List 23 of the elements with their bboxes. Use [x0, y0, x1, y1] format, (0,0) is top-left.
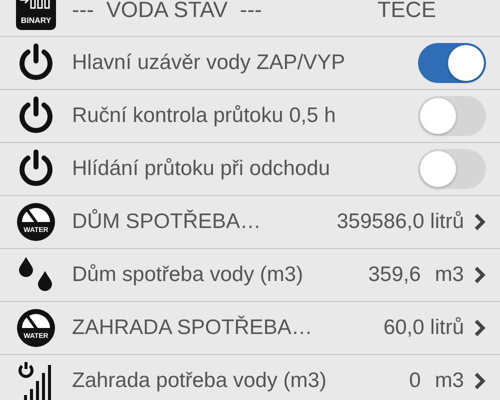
chevron-icon[interactable] — [474, 266, 486, 284]
row-label: ZAHRADA SPOTŘEBA… — [72, 316, 314, 340]
row-label: Zahrada potřeba vody (m3) — [72, 369, 328, 393]
row-value: 0 — [409, 369, 421, 393]
row-value: TECE — [377, 0, 436, 23]
row-value: 359,6 — [368, 263, 421, 287]
toggle-switch[interactable] — [418, 43, 486, 83]
row-label: Dům spotřeba vody (m3) — [72, 263, 304, 287]
row-label: Ruční kontrola průtoku 0,5 h — [72, 104, 337, 128]
chevron-icon[interactable] — [474, 372, 486, 390]
unit-label: m3 — [434, 263, 464, 287]
chevron-icon[interactable] — [474, 319, 486, 337]
row-label: DŮM SPOTŘEBA… — [72, 210, 262, 234]
unit-label: m3 — [434, 369, 464, 393]
toggle-switch[interactable] — [418, 96, 486, 136]
row-label: Hlídání průtoku při odchodu — [72, 157, 331, 181]
row-value: 60,0 litrů — [383, 316, 464, 340]
chevron-icon[interactable] — [474, 213, 486, 231]
row-value: 359586,0 litrů — [336, 210, 464, 234]
row-label: --- VODA STAV --- — [72, 0, 263, 23]
row-label: Hlavní uzávěr vody ZAP/VYP — [72, 51, 346, 75]
toggle-switch[interactable] — [418, 149, 486, 189]
binary-sensor-icon: BINARY — [16, 0, 56, 30]
